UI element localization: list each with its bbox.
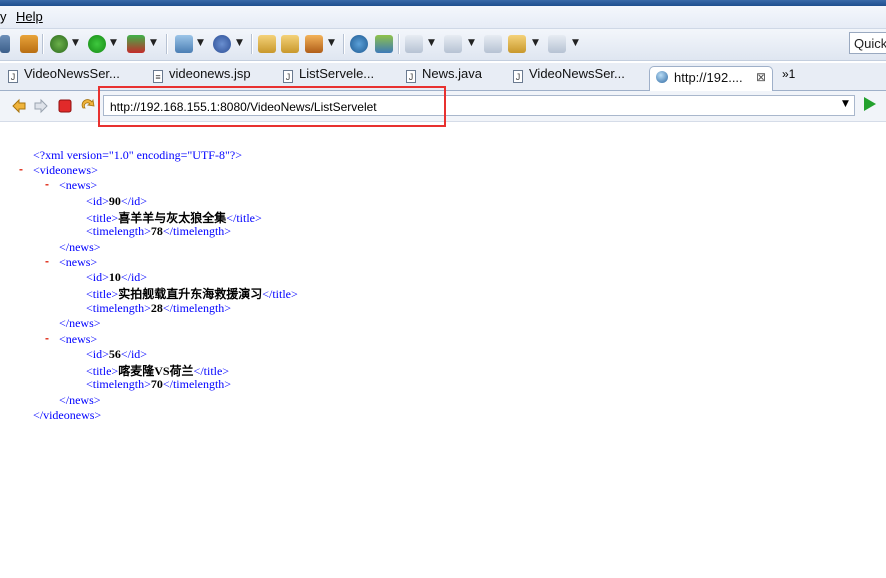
xml-title-line: <title>实拍舰载直升东海救援演习</title>: [86, 287, 298, 301]
chevron-down-icon[interactable]: ▼: [428, 38, 435, 48]
tab-label: http://192....: [674, 70, 743, 85]
xml-news-close: </news>: [59, 393, 101, 407]
chevron-down-icon[interactable]: ▼: [197, 38, 204, 48]
chevron-down-icon[interactable]: ▼: [110, 38, 117, 48]
last-edit-icon[interactable]: [484, 35, 502, 53]
xml-timelength-line: <timelength>78</timelength>: [86, 224, 232, 238]
collapse-toggle[interactable]: -: [45, 254, 49, 268]
java-file-icon: J: [513, 70, 523, 83]
java-file-icon: J: [283, 70, 293, 83]
xml-news-close: </news>: [59, 240, 101, 254]
java-file-icon: J: [8, 70, 18, 83]
menu-bar: y Help: [0, 6, 886, 29]
chevron-down-icon[interactable]: ▼: [842, 99, 849, 109]
new-server-icon[interactable]: [213, 35, 231, 53]
url-input[interactable]: [104, 96, 830, 116]
xml-timelength-line: <timelength>70</timelength>: [86, 377, 232, 391]
close-icon[interactable]: ⊠: [756, 70, 766, 84]
globe-icon[interactable]: [350, 35, 368, 53]
editor-tab-bar: J VideoNewsSer... ≡ videonews.jsp J ListSer…: [0, 63, 886, 91]
jsp-file-icon: ≡: [153, 70, 163, 83]
xml-declaration: <?xml version="1.0" encoding="UTF-8"?>: [33, 148, 242, 162]
xml-news-open: <news>: [59, 255, 98, 269]
tab-videonews-jsp[interactable]: ≡ videonews.jsp: [153, 66, 251, 90]
xml-root-close: </videonews>: [33, 408, 102, 422]
back-icon[interactable]: [11, 98, 27, 114]
xml-id-line: <id>90</id>: [86, 194, 148, 208]
pen-icon[interactable]: [305, 35, 323, 53]
toolbar-separator: [398, 34, 400, 54]
open-type-icon[interactable]: [258, 35, 276, 53]
new-wizard-icon[interactable]: [175, 35, 193, 53]
collapse-toggle[interactable]: -: [45, 177, 49, 191]
url-bar[interactable]: [103, 95, 855, 116]
tab-label: News.java: [422, 66, 482, 81]
chevron-down-icon[interactable]: ▼: [572, 38, 579, 48]
xml-id-line: <id>56</id>: [86, 347, 148, 361]
tab-overflow-indicator[interactable]: »1: [782, 67, 795, 81]
xml-content-view: <?xml version="1.0" encoding="UTF-8"?> -…: [0, 121, 886, 578]
chevron-down-icon[interactable]: ▼: [328, 38, 335, 48]
toolbar-separator: [166, 34, 168, 54]
menu-item-help[interactable]: Help: [16, 9, 43, 24]
debug-icon[interactable]: [50, 35, 68, 53]
collapse-toggle[interactable]: -: [45, 331, 49, 345]
open-folder-icon[interactable]: [281, 35, 299, 53]
toolbar-separator: [42, 34, 44, 54]
next-annotation-icon[interactable]: [405, 35, 423, 53]
go-icon[interactable]: [864, 97, 876, 111]
xml-id-line: <id>10</id>: [86, 270, 148, 284]
main-toolbar: ▼ ▼ ▼ ▼ ▼ ▼ ▼ ▼ ▼ ▼: [0, 29, 886, 61]
collapse-toggle[interactable]: -: [19, 162, 23, 176]
globe-icon: [656, 71, 668, 83]
toolbar-list-icon[interactable]: [0, 35, 10, 53]
tab-videonewsservlet[interactable]: J VideoNewsSer...: [8, 66, 120, 90]
task-icon[interactable]: [20, 35, 38, 53]
java-file-icon: J: [406, 70, 416, 83]
forward-icon[interactable]: [33, 98, 49, 114]
tab-label: VideoNewsSer...: [529, 66, 625, 81]
chevron-down-icon[interactable]: ▼: [72, 38, 79, 48]
xml-news-open: <news>: [59, 178, 98, 192]
tab-videonewsservice[interactable]: J VideoNewsSer...: [513, 66, 625, 90]
quick-access-field[interactable]: Quick: [849, 32, 886, 54]
run-server-icon[interactable]: [127, 35, 145, 53]
chevron-down-icon[interactable]: ▼: [532, 38, 539, 48]
xml-root-open: <videonews>: [33, 163, 98, 177]
tab-label: VideoNewsSer...: [24, 66, 120, 81]
tab-label: ListServele...: [299, 66, 375, 81]
toolbar-separator: [251, 34, 253, 54]
prev-annotation-icon[interactable]: [444, 35, 462, 53]
run-icon[interactable]: [88, 35, 106, 53]
forward-arrow-icon[interactable]: [548, 35, 566, 53]
xml-news-open: <news>: [59, 332, 98, 346]
menu-item-window[interactable]: y: [0, 9, 7, 24]
tab-browser[interactable]: http://192.... ⊠: [649, 66, 773, 91]
toolbar-separator: [343, 34, 345, 54]
xml-timelength-line: <timelength>28</timelength>: [86, 301, 232, 315]
tab-listservelet[interactable]: J ListServele...: [283, 66, 374, 90]
search-icon[interactable]: [375, 35, 393, 53]
chevron-down-icon[interactable]: ▼: [236, 38, 243, 48]
tab-label: videonews.jsp: [169, 66, 251, 81]
refresh-icon[interactable]: [80, 98, 96, 114]
tab-news-java[interactable]: J News.java: [406, 66, 482, 90]
stop-icon[interactable]: [57, 98, 73, 114]
back-arrow-icon[interactable]: [508, 35, 526, 53]
xml-news-close: </news>: [59, 316, 101, 330]
chevron-down-icon[interactable]: ▼: [468, 38, 475, 48]
chevron-down-icon[interactable]: ▼: [150, 38, 157, 48]
